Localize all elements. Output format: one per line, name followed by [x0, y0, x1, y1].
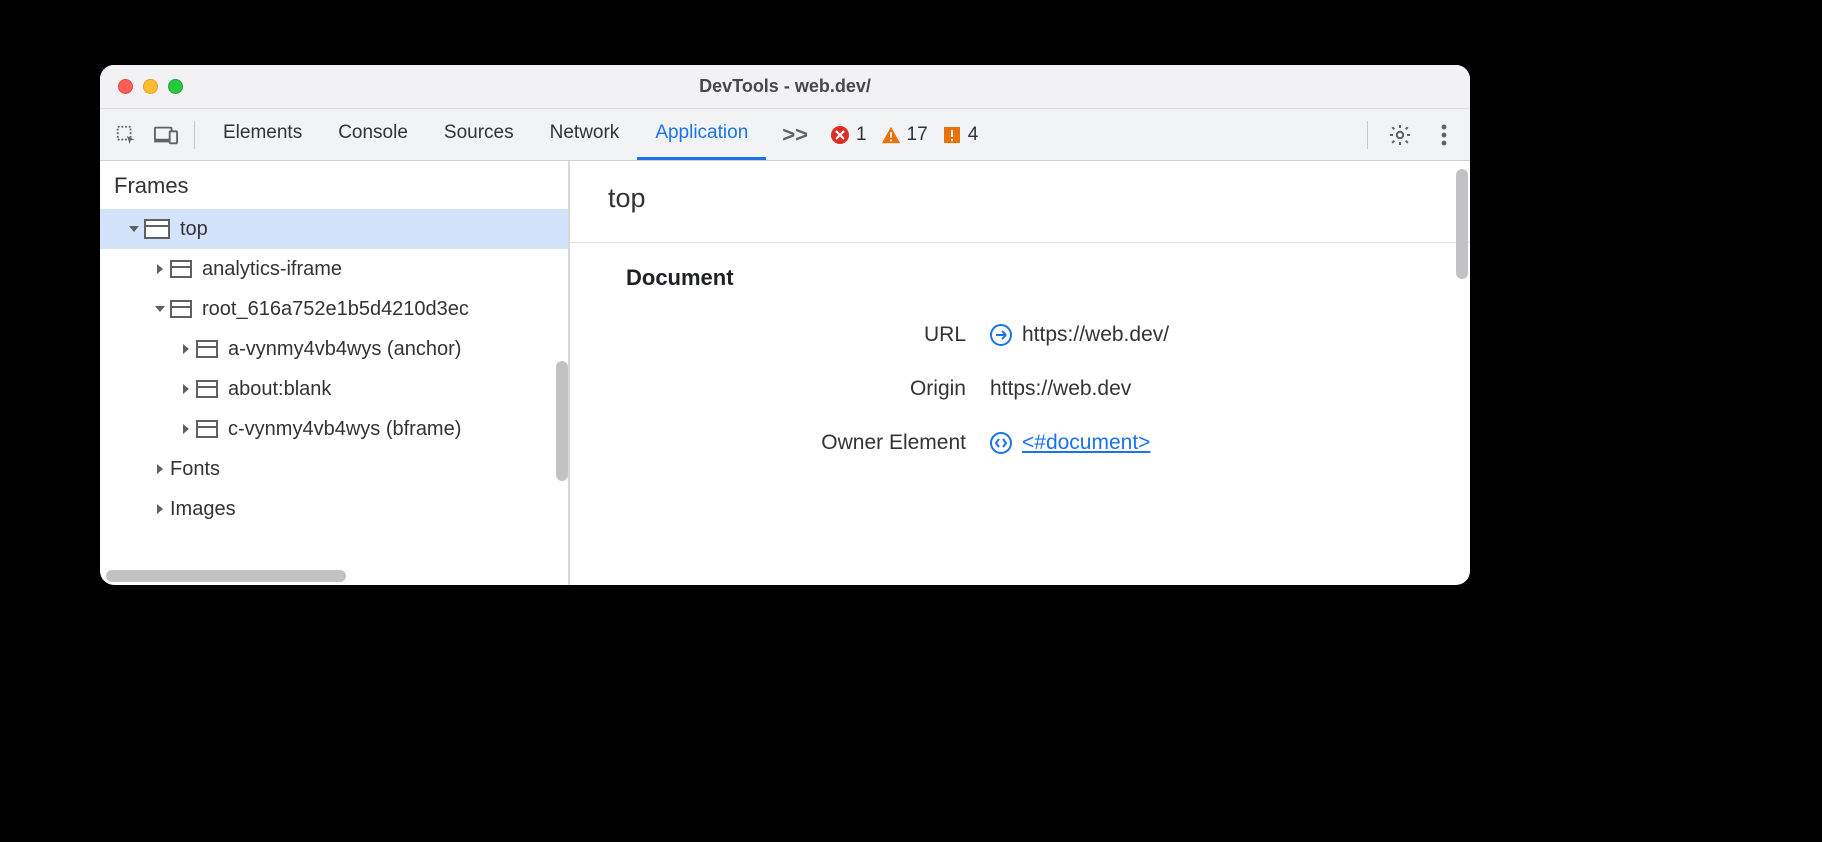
settings-button[interactable]	[1382, 117, 1418, 153]
content-area: Frames top analytics-iframe	[100, 161, 1470, 585]
panel-tabs: Elements Console Sources Network Applica…	[205, 109, 766, 160]
frame-icon	[144, 219, 170, 239]
devtools-toolbar: Elements Console Sources Network Applica…	[100, 109, 1470, 161]
warning-count: 17	[907, 124, 928, 146]
issues-icon	[942, 125, 962, 145]
frames-sidebar: Frames top analytics-iframe	[100, 161, 570, 585]
tree-label: analytics-iframe	[202, 258, 342, 281]
tree-label: top	[180, 218, 208, 241]
tree-item-images[interactable]: Images	[100, 489, 568, 529]
sidebar-horizontal-scrollbar[interactable]	[106, 570, 346, 582]
main-vertical-scrollbar[interactable]	[1456, 169, 1468, 279]
issues-count: 4	[968, 124, 979, 146]
tab-network[interactable]: Network	[532, 109, 638, 160]
tree-label: Fonts	[170, 458, 220, 481]
error-count: 1	[856, 124, 867, 146]
devtools-window: DevTools - web.dev/ Elements Console Sou…	[100, 65, 1470, 585]
tree-label: root_616a752e1b5d4210d3ec	[202, 298, 469, 321]
prop-value-origin: https://web.dev	[990, 377, 1430, 401]
prop-value-owner: <#document>	[990, 431, 1430, 455]
frame-icon	[196, 340, 218, 358]
warning-icon	[881, 125, 901, 145]
warning-counter[interactable]: 17	[881, 124, 928, 146]
status-counters: 1 17 4	[830, 124, 978, 146]
origin-text: https://web.dev	[990, 377, 1131, 401]
error-counter[interactable]: 1	[830, 124, 867, 146]
reveal-icon[interactable]	[990, 324, 1012, 346]
tree-label: about:blank	[228, 378, 331, 401]
tree-item-about-blank[interactable]: about:blank	[100, 369, 568, 409]
minimize-window-button[interactable]	[143, 79, 158, 94]
frame-icon	[170, 300, 192, 318]
tree-item-root[interactable]: root_616a752e1b5d4210d3ec	[100, 289, 568, 329]
more-tabs-button[interactable]: >>	[770, 122, 820, 148]
reveal-element-icon[interactable]	[990, 432, 1012, 454]
maximize-window-button[interactable]	[168, 79, 183, 94]
prop-label-origin: Origin	[626, 377, 966, 401]
inspect-element-icon[interactable]	[108, 117, 144, 153]
more-options-button[interactable]	[1426, 117, 1462, 153]
tree-item-anchor[interactable]: a-vynmy4vb4wys (anchor)	[100, 329, 568, 369]
tree-label: Images	[170, 498, 236, 521]
frame-detail: top Document URL https://web.dev/ Origin…	[570, 161, 1470, 585]
issues-counter[interactable]: 4	[942, 124, 979, 146]
chevron-right-icon	[178, 381, 194, 397]
prop-label-owner: Owner Element	[626, 431, 966, 455]
url-text: https://web.dev/	[1022, 323, 1169, 347]
owner-element-link[interactable]: <#document>	[1022, 431, 1150, 455]
frames-tree: top analytics-iframe root_616a752e1b5d42…	[100, 209, 568, 585]
tab-application[interactable]: Application	[637, 109, 766, 160]
toolbar-separator	[194, 121, 195, 149]
section-title: Document	[570, 243, 1470, 305]
sidebar-vertical-scrollbar[interactable]	[556, 361, 568, 481]
frame-icon	[170, 260, 192, 278]
tree-item-fonts[interactable]: Fonts	[100, 449, 568, 489]
toolbar-separator	[1367, 121, 1368, 149]
chevron-right-icon	[178, 421, 194, 437]
tab-sources[interactable]: Sources	[426, 109, 532, 160]
tab-elements[interactable]: Elements	[205, 109, 320, 160]
prop-value-url: https://web.dev/	[990, 323, 1430, 347]
toolbar-right	[1361, 117, 1462, 153]
tree-item-bframe[interactable]: c-vynmy4vb4wys (bframe)	[100, 409, 568, 449]
tree-item-analytics-iframe[interactable]: analytics-iframe	[100, 249, 568, 289]
tree-item-top[interactable]: top	[100, 209, 568, 249]
frame-icon	[196, 420, 218, 438]
document-properties: URL https://web.dev/ Origin https://web.…	[570, 305, 1470, 455]
close-window-button[interactable]	[118, 79, 133, 94]
sidebar-header: Frames	[100, 161, 568, 209]
tree-label: c-vynmy4vb4wys (bframe)	[228, 418, 461, 441]
traffic-lights	[100, 79, 183, 94]
chevron-right-icon	[152, 261, 168, 277]
prop-label-url: URL	[626, 323, 966, 347]
chevron-down-icon	[126, 221, 142, 237]
frame-icon	[196, 380, 218, 398]
tree-label: a-vynmy4vb4wys (anchor)	[228, 338, 461, 361]
chevron-right-icon	[152, 461, 168, 477]
chevron-down-icon	[152, 301, 168, 317]
chevron-right-icon	[152, 501, 168, 517]
frame-title: top	[570, 161, 1470, 242]
chevron-right-icon	[178, 341, 194, 357]
titlebar: DevTools - web.dev/	[100, 65, 1470, 109]
error-icon	[830, 125, 850, 145]
tab-console[interactable]: Console	[320, 109, 426, 160]
device-toolbar-icon[interactable]	[148, 117, 184, 153]
window-title: DevTools - web.dev/	[100, 76, 1470, 97]
